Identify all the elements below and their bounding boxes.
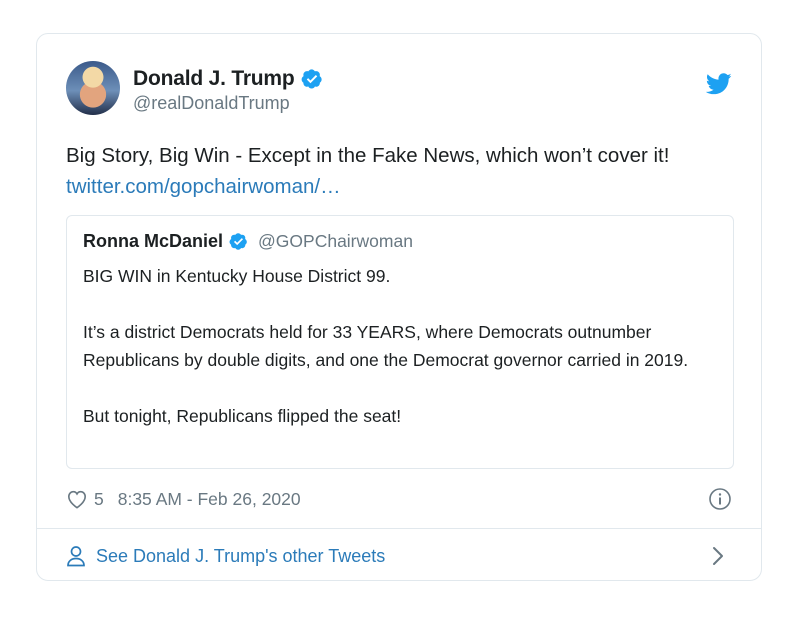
quoted-paragraph: But tonight, Republicans flipped the sea… (83, 406, 402, 426)
quoted-tweet[interactable]: Ronna McDaniel @GOPChairwoman BIG WIN in… (66, 215, 734, 469)
tweet-header: Donald J. Trump @realDonaldTrump (66, 61, 732, 117)
tweet-link[interactable]: twitter.com/gopchairwoman/… (66, 175, 341, 198)
tweet-body: Big Story, Big Win - Except in the Fake … (66, 144, 670, 167)
chevron-right-icon[interactable] (712, 546, 724, 566)
quoted-tweet-header: Ronna McDaniel @GOPChairwoman (83, 230, 717, 252)
quoted-paragraph: It’s a district Democrats held for 33 YE… (83, 322, 689, 370)
author-block[interactable]: Donald J. Trump @realDonaldTrump (133, 67, 323, 114)
see-other-tweets-label[interactable]: See Donald J. Trump's other Tweets (96, 546, 385, 567)
twitter-bird-icon[interactable] (706, 73, 732, 95)
quoted-author-name: Ronna McDaniel (83, 230, 224, 251)
person-icon (67, 546, 85, 567)
tweet-text: Big Story, Big Win - Except in the Fake … (66, 140, 736, 202)
quoted-tweet-body: BIG WIN in Kentucky House District 99. I… (83, 262, 717, 430)
tweet-timestamp[interactable]: 8:35 AM - Feb 26, 2020 (118, 489, 301, 510)
quoted-author-handle: @GOPChairwoman (258, 230, 413, 251)
heart-icon[interactable] (66, 489, 88, 509)
like-count[interactable]: 5 (94, 489, 104, 510)
embedded-tweet-card: Donald J. Trump @realDonaldTrump Big Sto… (36, 33, 762, 581)
see-other-tweets-link[interactable]: See Donald J. Trump's other Tweets (66, 543, 732, 569)
author-handle[interactable]: @realDonaldTrump (133, 93, 323, 114)
info-icon[interactable] (708, 487, 732, 511)
author-avatar[interactable] (66, 61, 120, 115)
verified-badge-icon (229, 232, 247, 250)
author-name[interactable]: Donald J. Trump (133, 67, 295, 91)
tweet-meta: 5 8:35 AM - Feb 26, 2020 (66, 486, 732, 512)
quoted-paragraph: BIG WIN in Kentucky House District 99. (83, 266, 391, 286)
divider (37, 528, 761, 529)
verified-badge-icon (301, 69, 322, 89)
